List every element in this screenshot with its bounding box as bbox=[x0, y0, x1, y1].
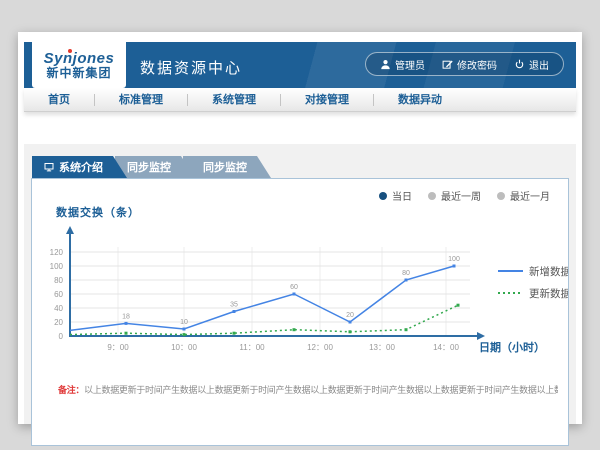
nav-item-home[interactable]: 首页 bbox=[24, 88, 94, 112]
footnote-label: 备注： bbox=[58, 385, 84, 395]
tab-sync-monitor-1[interactable]: 同步监控 bbox=[115, 156, 195, 178]
svg-text:18: 18 bbox=[122, 313, 130, 320]
svg-text:60: 60 bbox=[290, 284, 298, 291]
main-nav: 首页 标准管理 系统管理 对接管理 数据异动 bbox=[24, 88, 576, 112]
content-area: 系统介绍 同步监控 同步监控 当日 最近一周 bbox=[24, 144, 576, 424]
chart-axes bbox=[66, 226, 485, 340]
radio-dot-icon bbox=[428, 192, 436, 200]
chart-gridlines bbox=[70, 247, 470, 336]
logout-button[interactable]: 退出 bbox=[514, 57, 549, 72]
svg-text:20: 20 bbox=[54, 318, 63, 327]
time-range-filters: 当日 最近一周 最近一月 bbox=[379, 188, 550, 203]
logo-text-cn: 新中新集团 bbox=[46, 66, 111, 80]
app-header: Synjones 新中新集团 数据资源中心 管理员 修改密码 退出 bbox=[24, 42, 576, 88]
line-chart: 0 20 40 60 80 100 120 9：00 10：00 11：00 12：00 13：00 1… bbox=[32, 223, 568, 373]
radio-last-week[interactable]: 最近一周 bbox=[428, 188, 481, 203]
svg-text:10: 10 bbox=[180, 319, 188, 326]
svg-text:13：00: 13：00 bbox=[369, 343, 395, 352]
svg-text:80: 80 bbox=[54, 276, 63, 285]
svg-text:更新数据: 更新数据 bbox=[529, 287, 568, 300]
tab-bar: 系统介绍 同步监控 同步监控 bbox=[32, 156, 259, 178]
radio-today[interactable]: 当日 bbox=[379, 188, 412, 203]
user-icon bbox=[380, 59, 391, 70]
tab-system-intro[interactable]: 系统介绍 bbox=[32, 156, 127, 178]
svg-text:新增数据: 新增数据 bbox=[529, 265, 568, 278]
user-toolbar: 管理员 修改密码 退出 bbox=[365, 52, 564, 76]
footnote: 备注：以上数据更新于时间产生数据以上数据更新于时间产生数据以上数据更新于时间产生… bbox=[58, 383, 558, 396]
nav-item-docking-mgmt[interactable]: 对接管理 bbox=[281, 88, 373, 112]
nav-item-system-mgmt[interactable]: 系统管理 bbox=[188, 88, 280, 112]
change-password-button[interactable]: 修改密码 bbox=[442, 57, 497, 72]
svg-text:20: 20 bbox=[346, 312, 354, 319]
x-axis-title: 日期（小时） bbox=[479, 340, 545, 354]
tab-label: 同步监控 bbox=[203, 159, 247, 175]
edit-icon bbox=[442, 59, 453, 70]
svg-text:80: 80 bbox=[402, 270, 410, 277]
chart-panel: 当日 最近一周 最近一月 数据交换（条） 0 20 40 60 80 100 120 9：00… bbox=[31, 178, 569, 446]
nav-item-data-change[interactable]: 数据异动 bbox=[374, 88, 466, 112]
footnote-text: 以上数据更新于时间产生数据以上数据更新于时间产生数据以上数据更新于时间产生数据以… bbox=[84, 385, 558, 395]
svg-text:0: 0 bbox=[59, 332, 64, 341]
page-title: 数据资源中心 bbox=[140, 57, 242, 78]
svg-text:100: 100 bbox=[448, 256, 460, 263]
radio-dot-icon bbox=[379, 192, 387, 200]
svg-text:40: 40 bbox=[54, 304, 63, 313]
svg-text:11：00: 11：00 bbox=[239, 343, 265, 352]
y-axis-title: 数据交换（条） bbox=[56, 204, 140, 220]
svg-text:120: 120 bbox=[50, 248, 64, 257]
series-新增数据: 18 10 35 60 20 80 100 bbox=[70, 256, 460, 331]
logo-text-en: Synjones bbox=[44, 51, 115, 66]
svg-text:60: 60 bbox=[54, 290, 63, 299]
tab-sync-monitor-2[interactable]: 同步监控 bbox=[183, 156, 271, 178]
nav-item-standard-mgmt[interactable]: 标准管理 bbox=[95, 88, 187, 112]
svg-text:9：00: 9：00 bbox=[107, 343, 129, 352]
chart-legend: 新增数据更新数据 bbox=[498, 265, 568, 300]
page-card: Synjones 新中新集团 数据资源中心 管理员 修改密码 退出 首页 标准管… bbox=[18, 32, 582, 424]
tab-label: 系统介绍 bbox=[59, 159, 103, 175]
logo-red-dot bbox=[68, 49, 72, 53]
svg-text:100: 100 bbox=[50, 262, 64, 271]
svg-text:35: 35 bbox=[230, 302, 238, 309]
current-user-button[interactable]: 管理员 bbox=[380, 57, 425, 72]
line-chart-svg: 0 20 40 60 80 100 120 9：00 10：00 11：00 12：00 13：00 1… bbox=[32, 223, 568, 373]
svg-text:12：00: 12：00 bbox=[307, 343, 333, 352]
company-logo: Synjones 新中新集团 bbox=[32, 42, 126, 88]
power-icon bbox=[514, 59, 525, 70]
svg-text:14：00: 14：00 bbox=[433, 343, 459, 352]
monitor-icon bbox=[44, 162, 54, 172]
svg-text:10：00: 10：00 bbox=[171, 343, 197, 352]
radio-dot-icon bbox=[497, 192, 505, 200]
tab-label: 同步监控 bbox=[127, 159, 171, 175]
radio-last-month[interactable]: 最近一月 bbox=[497, 188, 550, 203]
